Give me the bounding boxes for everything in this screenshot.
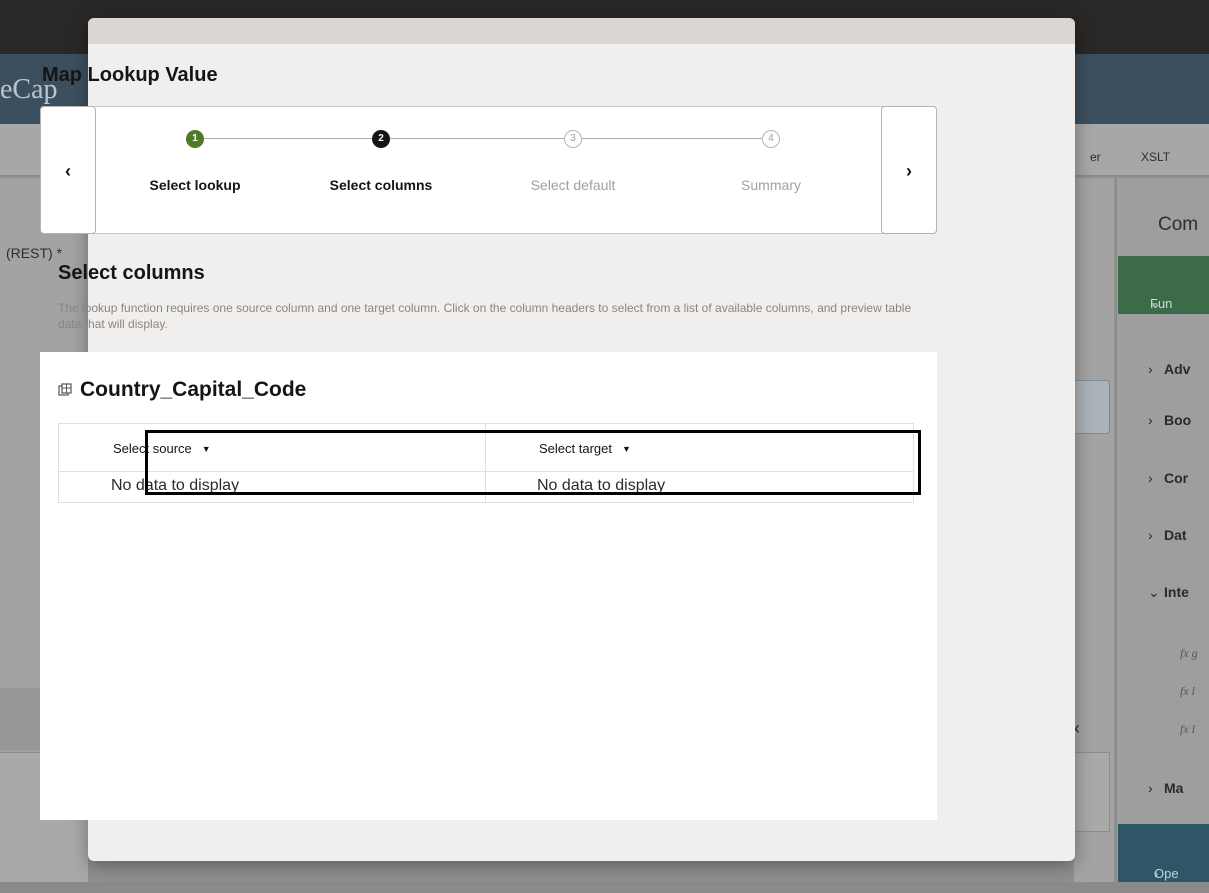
chevron-right-icon: ›: [906, 161, 912, 181]
step-connector: [582, 138, 762, 139]
section-description: The lookup function requires one source …: [58, 301, 912, 331]
function-item[interactable]: fx l: [1180, 684, 1195, 699]
step-1-indicator[interactable]: 1: [186, 130, 204, 148]
center-box-edge: [1074, 752, 1110, 832]
functions-label: Fun: [1150, 296, 1173, 311]
lookup-table-title: Country_Capital_Code: [80, 378, 307, 401]
center-input-edge[interactable]: [1074, 380, 1110, 434]
step-label-select-lookup[interactable]: Select lookup: [120, 177, 270, 193]
select-source-header[interactable]: Select source ▼: [113, 441, 211, 456]
chevron-right-icon: ›: [1148, 780, 1153, 796]
tab-partial[interactable]: er: [1090, 150, 1101, 164]
step-label-select-columns[interactable]: Select columns: [306, 177, 456, 193]
step-connector: [204, 138, 372, 139]
section-title: Select columns: [58, 262, 205, 284]
step-label-summary: Summary: [741, 177, 801, 193]
chevron-down-icon: ⌄: [1148, 584, 1160, 600]
chevron-right-icon: ›: [1148, 361, 1153, 377]
step-train: [40, 106, 937, 234]
preview-table: Select source ▼ Select target ▼ No data …: [58, 423, 914, 503]
step-3-indicator: 3: [564, 130, 582, 148]
function-item[interactable]: fx l: [1180, 722, 1195, 737]
step-4-indicator: 4: [762, 130, 780, 148]
chevron-right-icon: ›: [1148, 412, 1153, 428]
component-item[interactable]: › Ma: [1148, 780, 1183, 796]
function-item[interactable]: fx g: [1180, 646, 1198, 661]
lookup-table-name: Country_Capital_Code: [58, 378, 306, 402]
caret-down-icon: ▼: [622, 443, 631, 454]
tab-xslt[interactable]: XSLT: [1141, 150, 1170, 164]
component-item[interactable]: › Dat: [1148, 527, 1187, 543]
component-item[interactable]: › Boo: [1148, 412, 1191, 428]
chevron-right-icon: ›: [1148, 470, 1153, 486]
operators-row[interactable]: › Ope: [1118, 824, 1209, 882]
dialog-header-strip[interactable]: [88, 18, 1075, 44]
target-empty-cell: No data to display: [537, 477, 666, 494]
component-item[interactable]: › Cor: [1148, 470, 1188, 486]
chevron-right-icon: ›: [1148, 527, 1153, 543]
select-target-header[interactable]: Select target ▼: [539, 441, 631, 456]
step-2-indicator[interactable]: 2: [372, 130, 390, 148]
previous-step-button[interactable]: ‹: [40, 106, 96, 234]
components-title: Com: [1158, 214, 1199, 235]
next-step-button[interactable]: ›: [881, 106, 937, 234]
column-divider: [485, 424, 486, 502]
bottom-bar: [0, 882, 1209, 893]
step-label-select-default: Select default: [530, 177, 616, 193]
dialog-title: Map Lookup Value: [42, 64, 218, 86]
component-item[interactable]: ⌄ Inte: [1148, 584, 1189, 601]
select-source-label: Select source: [113, 441, 192, 456]
rest-label: (REST) *: [6, 245, 62, 261]
component-item[interactable]: › Adv: [1148, 361, 1190, 377]
select-target-label: Select target: [539, 441, 612, 456]
step-connector: [390, 138, 564, 139]
table-icon: [58, 383, 72, 396]
functions-row[interactable]: ⌄ Fun: [1118, 256, 1209, 314]
caret-down-icon: ▼: [201, 443, 211, 454]
source-empty-cell: No data to display: [111, 477, 240, 494]
chevron-left-icon: ‹: [65, 161, 71, 181]
